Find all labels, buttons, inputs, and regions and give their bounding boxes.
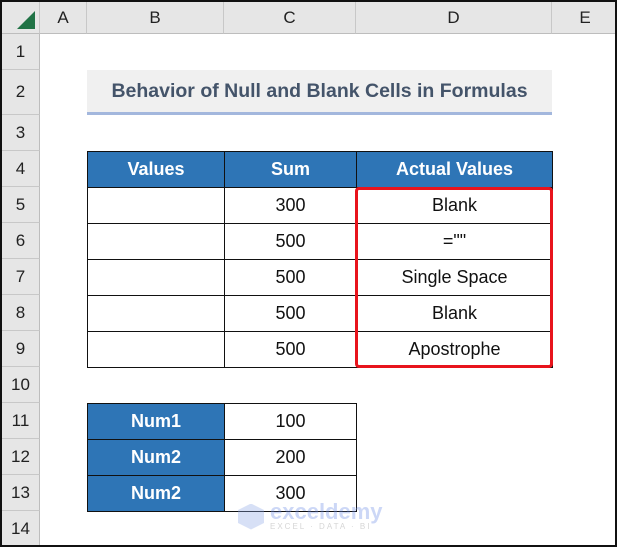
header-actual-values[interactable]: Actual Values: [356, 151, 553, 188]
select-all-triangle-icon: [17, 11, 35, 29]
cell-values[interactable]: [87, 223, 225, 260]
row-header-13[interactable]: 13: [2, 475, 40, 511]
column-header-d[interactable]: D: [356, 2, 552, 34]
column-header-a[interactable]: A: [40, 2, 87, 34]
row-header-10[interactable]: 10: [2, 367, 40, 403]
row-header-6[interactable]: 6: [2, 223, 40, 259]
spreadsheet: A B C D E 1 2 3 4 5 6 7 8 9 10 11 12 13 …: [0, 0, 617, 547]
value-num1[interactable]: 100: [224, 403, 357, 440]
watermark-name: exceldemy: [270, 499, 383, 524]
cell-values[interactable]: [87, 259, 225, 296]
exceldemy-logo-icon: [238, 503, 264, 530]
sheet-title[interactable]: Behavior of Null and Blank Cells in Form…: [87, 70, 552, 115]
cell-sum[interactable]: 500: [224, 295, 357, 332]
header-values[interactable]: Values: [87, 151, 225, 188]
cell-sum[interactable]: 500: [224, 223, 357, 260]
cell-values[interactable]: [87, 187, 225, 224]
row-header-5[interactable]: 5: [2, 187, 40, 223]
row-header-4[interactable]: 4: [2, 151, 40, 187]
label-num1[interactable]: Num1: [87, 403, 225, 440]
watermark: exceldemy EXCEL · DATA · BI: [238, 499, 383, 531]
select-all-button[interactable]: [2, 2, 40, 34]
row-header-14[interactable]: 14: [2, 511, 40, 545]
cell-values[interactable]: [87, 331, 225, 368]
row-header-2[interactable]: 2: [2, 70, 40, 115]
row-header-7[interactable]: 7: [2, 259, 40, 295]
column-header-c[interactable]: C: [224, 2, 356, 34]
highlight-box: [355, 187, 553, 368]
row-header-11[interactable]: 11: [2, 403, 40, 439]
cell-sum[interactable]: 500: [224, 331, 357, 368]
cell-sum[interactable]: 500: [224, 259, 357, 296]
label-num2[interactable]: Num2: [87, 439, 225, 476]
cell-sum[interactable]: 300: [224, 187, 357, 224]
row-header-1[interactable]: 1: [2, 34, 40, 70]
row-header-9[interactable]: 9: [2, 331, 40, 367]
column-header-e[interactable]: E: [552, 2, 615, 34]
watermark-tagline: EXCEL · DATA · BI: [270, 522, 372, 531]
header-sum[interactable]: Sum: [224, 151, 357, 188]
row-header-3[interactable]: 3: [2, 115, 40, 151]
cell-values[interactable]: [87, 295, 225, 332]
label-num3[interactable]: Num2: [87, 475, 225, 512]
column-header-b[interactable]: B: [87, 2, 224, 34]
row-header-8[interactable]: 8: [2, 295, 40, 331]
row-header-12[interactable]: 12: [2, 439, 40, 475]
value-num2[interactable]: 200: [224, 439, 357, 476]
